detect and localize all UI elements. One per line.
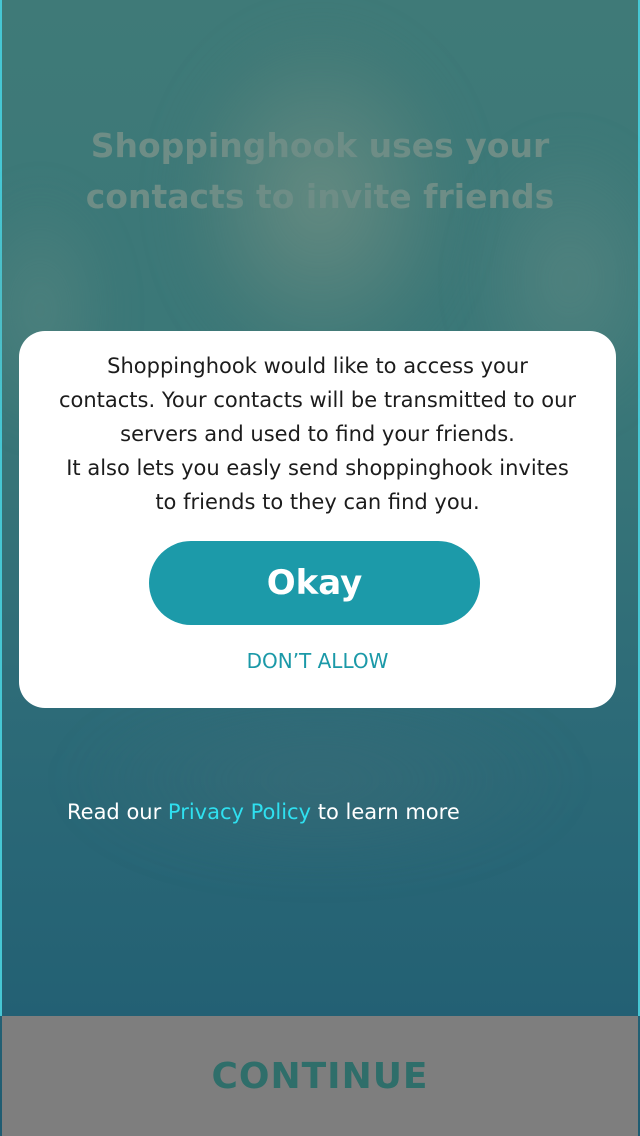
left-edge-accent	[0, 0, 2, 1016]
privacy-notice: Read our Privacy Policy to learn more	[67, 800, 460, 824]
privacy-prefix: Read our	[67, 800, 168, 824]
page-headline: Shoppinghook uses your contacts to invit…	[60, 120, 580, 222]
dialog-message-line: to friends to they can find you.	[155, 490, 480, 514]
headline-line-2: contacts to invite friends	[85, 177, 555, 216]
headline-line-1: Shoppinghook uses your	[90, 126, 550, 165]
contacts-permission-screen: Shoppinghook uses your contacts to invit…	[0, 0, 640, 1136]
dialog-message: Shoppinghook would like to access your c…	[43, 349, 592, 519]
privacy-policy-link[interactable]: Privacy Policy	[168, 800, 311, 824]
continue-button[interactable]: CONTINUE	[2, 1016, 638, 1136]
dialog-message-line: Shoppinghook would like to access your	[107, 354, 528, 378]
background-photo-bottom	[60, 680, 580, 880]
continue-label: CONTINUE	[211, 1055, 429, 1097]
permission-dialog: Shoppinghook would like to access your c…	[19, 331, 616, 708]
privacy-suffix: to learn more	[311, 800, 460, 824]
dialog-message-line: It also lets you easly send shoppinghook…	[66, 456, 569, 480]
dont-allow-button[interactable]: DON’T ALLOW	[19, 649, 616, 673]
okay-button[interactable]: Okay	[149, 541, 480, 625]
dialog-message-line: servers and used to find your friends.	[120, 422, 515, 446]
dialog-message-line: contacts. Your contacts will be transmit…	[58, 388, 577, 412]
